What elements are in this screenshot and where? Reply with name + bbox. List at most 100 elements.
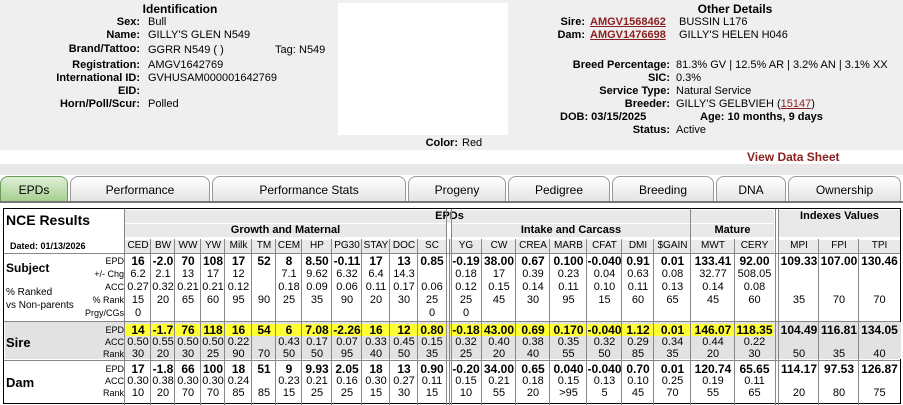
subject-sublabel-3: % Rank [92, 295, 124, 305]
col-header-sc: SC [418, 240, 446, 253]
subject-epd-cell: 108 [202, 254, 224, 268]
status-value: Active [676, 124, 706, 136]
subject-chg-cell: 9.62 [306, 268, 328, 280]
identification-heading: Identification [142, 2, 218, 16]
sire-sublabel-2: Rank [102, 349, 124, 359]
dam-rank-cell: 25 [310, 387, 324, 399]
dam-epd-cell: 2.05 [335, 362, 359, 376]
subject-chg-cell: 13 [181, 268, 195, 280]
tab-ownership[interactable]: Ownership [788, 176, 901, 201]
subject-epd-cell: 52 [257, 254, 271, 268]
dam-acc-cell: 0.30 [177, 375, 199, 387]
pct-ranked-label: % Ranked [6, 287, 53, 298]
subject-prgy-cell: 0 [134, 307, 142, 319]
tag-value: N549 [299, 44, 326, 56]
grid-vline [150, 239, 151, 405]
name-value: GILLY'S GLEN N549 [148, 29, 251, 41]
tab-pedigree[interactable]: Pedigree [508, 176, 610, 201]
subject-chg-cell: 6.4 [368, 268, 384, 280]
sire-row-label: Sire [6, 335, 31, 350]
tab-progeny[interactable]: Progeny [408, 176, 506, 201]
tab-performance-stats[interactable]: Performance Stats [212, 176, 406, 201]
subject-acc-cell: 0.11 [558, 281, 579, 293]
subject-acc-cell: 0.18 [278, 281, 300, 293]
dam-row-label: Dam [6, 375, 35, 390]
sire-rank-cell: 20 [492, 348, 506, 360]
subject-rank-cell: 95 [232, 294, 245, 306]
subject-sublabel-4: Prgy/CGs [84, 308, 124, 318]
dam-acc-cell: 0.16 [336, 375, 358, 387]
col-header-yw: YW [201, 240, 225, 253]
subject-chg-cell: 17 [206, 268, 220, 280]
breeder-label: Breeder: [624, 98, 670, 110]
sire-acc-cell: 0.33 [365, 336, 387, 348]
dam-acc-cell: 0.27 [393, 375, 415, 387]
subject-epd-cell: 0.100 [553, 254, 584, 268]
sire-acc-cell: 0.22 [743, 336, 766, 348]
subject-acc-cell: 0.21 [177, 281, 199, 293]
subject-rank-cell: 30 [526, 294, 540, 306]
sire-epd-cell: 6 [276, 324, 302, 336]
dam-sublabel-0: EPD [105, 364, 124, 374]
subject-rank-cell: 70 [832, 294, 846, 306]
sire-rank-cell: 35 [666, 348, 679, 360]
subject-acc-cell: 0.27 [127, 281, 149, 293]
subject-rank-cell: 35 [310, 294, 324, 306]
dam-epd-cell: 13 [397, 362, 411, 376]
subject-chg-cell: 2.1 [155, 268, 171, 280]
sire-sublabel-0: EPD [105, 325, 124, 335]
dam-rank-cell: 25 [340, 387, 354, 399]
breeder-id-link[interactable]: 15147 [781, 98, 812, 110]
dam-epd-cell: 65.65 [739, 362, 770, 376]
subject-epd-cell: 38.00 [483, 254, 515, 268]
col-header-mwt: MWT [691, 240, 735, 253]
sire-acc-cell: 0.17 [306, 336, 328, 348]
tab-epds[interactable]: EPDs [0, 176, 68, 201]
grid-vline [449, 239, 450, 405]
subject-acc-cell: 0.06 [336, 281, 358, 293]
sire-acc-cell: 0.29 [627, 336, 649, 348]
grid-vline [251, 239, 252, 405]
grid-vline [174, 239, 175, 405]
subject-epd-cell: 109.33 [780, 254, 818, 268]
dam-rank-cell: 5 [601, 387, 608, 399]
sire-epd-cell: -2.26 [332, 323, 362, 337]
sire-acc-cell: 0.15 [421, 336, 443, 348]
international-id-label: International ID: [56, 72, 140, 84]
tab-dna[interactable]: DNA [716, 176, 786, 201]
mature-heading: Mature [691, 224, 774, 237]
sic-value: 0.3% [676, 72, 702, 84]
col-header-cfat: CFAT [587, 240, 622, 253]
dam-rank-cell: 55 [492, 387, 506, 399]
sire-rank-cell: 30 [131, 348, 145, 360]
view-data-sheet-link[interactable]: View Data Sheet [747, 150, 839, 164]
grid-vline [549, 239, 550, 405]
epd-results-table: NCE Results Dated: 01/13/2026 EPDs Growt… [3, 208, 901, 405]
dam-epd-cell: 0.70 [626, 362, 650, 376]
dam-epd-cell: 126.87 [861, 362, 898, 376]
tab-breeding[interactable]: Breeding [612, 176, 714, 201]
grid-vline [734, 239, 735, 405]
sire-rank-cell: 55 [562, 348, 575, 360]
grid-hline [4, 321, 900, 322]
dam-epd-cell: 120.74 [694, 362, 732, 376]
dam-registration-link[interactable]: AMGV1476698 [590, 29, 666, 41]
col-header-dmi: DMI [622, 240, 654, 253]
dam-epd-cell: 18 [369, 362, 383, 376]
vs-nonparents-label: vs Non-parents [6, 300, 74, 311]
subject-acc-cell: 0.21 [202, 281, 224, 293]
dam-epd-cell: 114.17 [780, 362, 818, 376]
sic-label: SIC: [648, 72, 670, 84]
dam-rank-cell: 55 [706, 387, 720, 399]
age-value: Age: 10 months, 9 days [700, 111, 823, 123]
color-label: Color: [425, 137, 458, 149]
grid-vline [124, 209, 125, 405]
animal-photo [338, 3, 508, 135]
epds-heading: EPDs [125, 210, 774, 223]
subject-acc-cell: 0.13 [661, 281, 684, 293]
sire-registration-link[interactable]: AMGV1568462 [590, 16, 666, 28]
tab-performance[interactable]: Performance [70, 176, 210, 201]
subject-acc-cell: 0.09 [306, 281, 328, 293]
col-header-hp: HP [302, 240, 332, 253]
subject-epd-cell: 130.46 [861, 254, 898, 268]
